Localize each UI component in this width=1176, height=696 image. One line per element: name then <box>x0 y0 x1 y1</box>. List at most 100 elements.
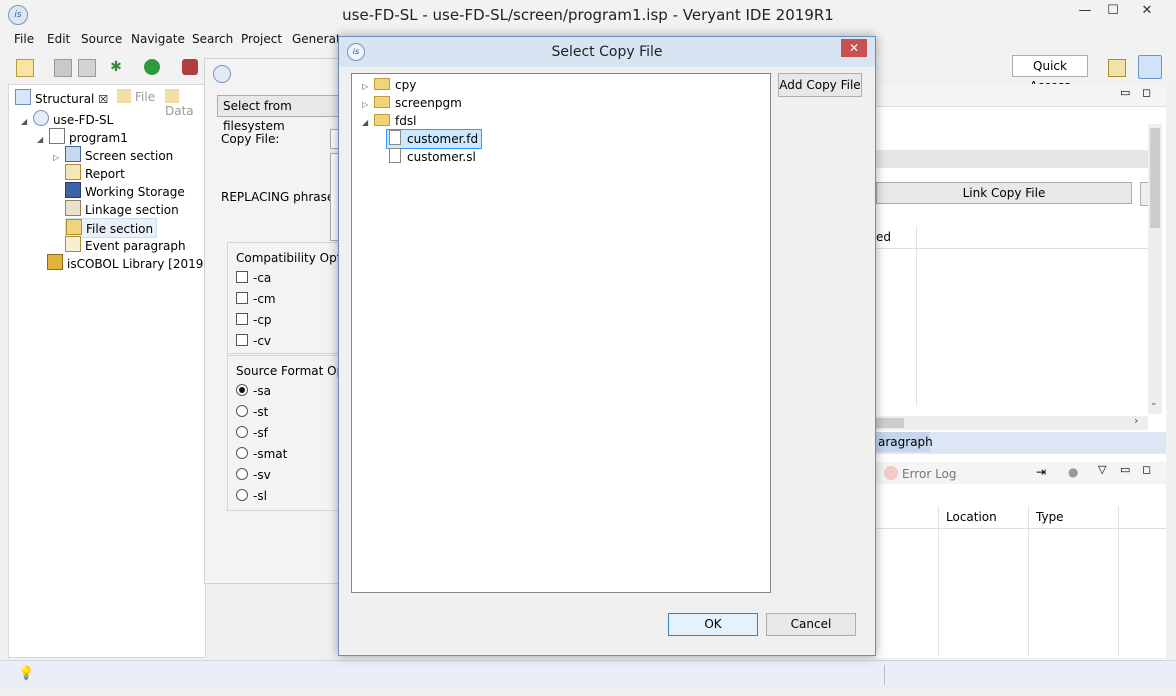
option-cm-checkbox[interactable]: -cm <box>236 292 276 306</box>
expanded-arrow-icon: ◢ <box>37 135 44 144</box>
close-tab-icon[interactable]: ☒ <box>98 93 108 106</box>
view-menu-icon[interactable]: ▽ <box>1098 463 1106 476</box>
select-from-filesystem-button[interactable]: Select from filesystem <box>217 95 347 133</box>
horizontal-scrollbar[interactable]: › <box>876 414 1148 430</box>
library-icon <box>47 254 63 270</box>
tab-structural[interactable]: Structural ☒ <box>15 89 108 106</box>
tab-data[interactable]: Data <box>165 89 205 118</box>
menu-file[interactable]: File <box>14 32 34 46</box>
structure-icon <box>15 89 31 105</box>
quick-access-field[interactable]: Quick Access <box>1012 55 1088 93</box>
open-folder-icon <box>374 114 390 126</box>
screen-section-icon <box>65 146 81 162</box>
copy-file-label: Copy File: <box>221 132 280 146</box>
option-ca-checkbox[interactable]: -ca <box>236 271 271 285</box>
copy-file-editor: Select from filesystem Copy File: REPLAC… <box>204 58 359 584</box>
column-header-partial: ed <box>876 230 891 244</box>
structural-panel: Structural ☒ File Data ◢ use-FD-SL ◢ progr… <box>8 84 226 658</box>
menu-edit[interactable]: Edit <box>47 32 70 46</box>
menu-project[interactable]: Project <box>241 32 282 46</box>
right-pane: ▭ ◻ Link Copy File ed ⌄ › aragraph Error… <box>876 84 1166 658</box>
tree-item[interactable]: Linkage section <box>65 200 179 218</box>
copy-file-icon <box>389 130 401 145</box>
filter-icon[interactable]: ⇥ <box>1036 465 1046 479</box>
window-title: use-FD-SL - use-FD-SL/screen/program1.is… <box>342 6 834 24</box>
title-bar: is use-FD-SL - use-FD-SL/screen/program1… <box>0 0 1176 30</box>
iscobol-tab-icon <box>213 65 231 83</box>
folder-icon <box>165 89 179 103</box>
tree-item[interactable]: Report <box>65 164 125 182</box>
maximize-view-icon[interactable]: ◻ <box>1142 86 1151 99</box>
option-cv-checkbox[interactable]: -cv <box>236 334 271 348</box>
column-type: Type <box>1036 510 1064 524</box>
save-all-icon[interactable] <box>78 59 96 77</box>
error-log-header: Error Log ⇥ ● ▽ ▭ ◻ <box>876 462 1166 484</box>
run-icon[interactable] <box>144 59 160 75</box>
export-icon[interactable]: ● <box>1068 465 1078 479</box>
expanded-arrow-icon: ◢ <box>21 117 28 126</box>
file-tree: ▷ cpy ▷ screenpgm ◢ fdsl customer.fd custom… <box>351 73 771 593</box>
option-st-radio[interactable]: -st <box>236 405 268 419</box>
option-sv-radio[interactable]: -sv <box>236 468 271 482</box>
tree-item[interactable]: isCOBOL Library [2019.1.9 <box>47 254 226 272</box>
tab-error-log[interactable]: Error Log <box>884 466 957 481</box>
file-section-icon <box>66 219 82 235</box>
option-smat-radio[interactable]: -smat <box>236 447 287 461</box>
section-band <box>876 150 1148 168</box>
lightbulb-icon[interactable]: 💡 <box>18 666 34 681</box>
tree-item[interactable]: Event paragraph <box>65 236 186 254</box>
replacing-label: REPLACING phrase: <box>221 190 339 204</box>
tree-file-customer-sl[interactable]: customer.sl <box>389 148 476 166</box>
tree-folder-screenpgm[interactable]: ▷ screenpgm <box>362 94 462 112</box>
tree-folder-cpy[interactable]: ▷ cpy <box>362 76 416 94</box>
debug-icon[interactable]: ✱ <box>108 59 124 75</box>
link-copy-file-button[interactable]: Link Copy File <box>876 182 1132 204</box>
menu-source[interactable]: Source <box>81 32 122 46</box>
tree-item[interactable]: ◢ use-FD-SL <box>21 110 113 128</box>
tree-item-selected[interactable]: File section <box>65 218 158 238</box>
working-storage-icon <box>65 182 81 198</box>
folder-icon <box>374 96 390 108</box>
stop-icon[interactable] <box>182 59 198 75</box>
option-cp-checkbox[interactable]: -cp <box>236 313 272 327</box>
editor-tabs: aragraph <box>876 432 1166 454</box>
tree-item[interactable]: Working Storage <box>65 182 185 200</box>
error-log-icon <box>884 466 898 480</box>
column-location: Location <box>946 510 997 524</box>
tree-file-customer-fd[interactable]: customer.fd <box>386 129 483 149</box>
project-icon <box>33 110 49 126</box>
tab-file[interactable]: File <box>117 89 155 104</box>
status-bar: 💡 <box>0 660 1176 689</box>
folder-icon <box>117 89 131 103</box>
close-window-button[interactable]: ✕ <box>1124 0 1170 22</box>
menu-navigate[interactable]: Navigate <box>131 32 185 46</box>
tree-item[interactable]: ▷ Screen section <box>53 146 173 164</box>
vertical-scrollbar[interactable]: ⌄ <box>1148 124 1162 414</box>
option-sf-radio[interactable]: -sf <box>236 426 268 440</box>
report-icon <box>65 164 81 180</box>
error-table-header: Location Type <box>876 506 1166 656</box>
cancel-button[interactable]: Cancel <box>766 613 856 636</box>
linkage-section-icon <box>65 200 81 216</box>
minimize-view-icon[interactable]: ▭ <box>1120 86 1130 99</box>
minimize-view-icon[interactable]: ▭ <box>1120 463 1130 476</box>
tree-folder-fdsl[interactable]: ◢ fdsl <box>362 112 416 130</box>
tab-event-paragraph[interactable]: aragraph <box>876 432 933 452</box>
save-icon[interactable] <box>54 59 72 77</box>
program-icon <box>49 128 65 144</box>
tree-item[interactable]: ◢ program1 <box>37 128 128 146</box>
iscobol-perspective-icon[interactable] <box>1138 55 1162 79</box>
menu-search[interactable]: Search <box>192 32 233 46</box>
add-copy-file-button[interactable]: Add Copy File <box>778 73 862 97</box>
maximize-view-icon[interactable]: ◻ <box>1142 463 1151 476</box>
expanded-arrow-icon: ◢ <box>362 118 369 127</box>
compatibility-title: Compatibility Optio <box>236 251 353 265</box>
ok-button[interactable]: OK <box>668 613 758 636</box>
option-sa-radio[interactable]: -sa <box>236 384 271 398</box>
new-icon[interactable] <box>16 59 34 77</box>
dialog-close-button[interactable]: ✕ <box>841 39 867 57</box>
option-sl-radio[interactable]: -sl <box>236 489 267 503</box>
perspective-icon[interactable] <box>1108 59 1126 77</box>
dialog-title: Select Copy File <box>551 44 663 60</box>
event-paragraph-icon <box>65 236 81 252</box>
